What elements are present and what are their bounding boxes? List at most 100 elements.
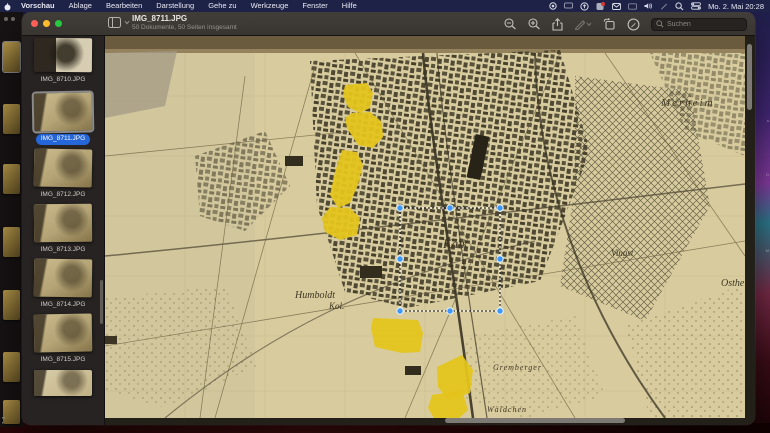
selection-handle-ne[interactable]	[497, 205, 503, 211]
thumbnail-image[interactable]	[34, 148, 93, 187]
markup-pencil-button[interactable]	[574, 18, 592, 30]
map-canvas[interactable]: Merheim Kalk Humboldt Kol. Vingst Osthei…	[105, 36, 745, 418]
background-thumbnail[interactable]	[3, 164, 20, 194]
thumbnail-image[interactable]	[34, 204, 92, 243]
menu-ablage[interactable]: Ablage	[62, 0, 99, 12]
thumbnail-image[interactable]	[34, 314, 93, 353]
content-area: Merheim Kalk Humboldt Kol. Vingst Osthei…	[105, 36, 755, 425]
background-thumbnail[interactable]	[3, 290, 20, 320]
sidebar-item[interactable]: IMG_8715.JPG	[34, 314, 92, 369]
thumbnail-label: IMG_8711.JPG	[36, 134, 90, 145]
horizontal-scrollbar-thumb[interactable]	[445, 418, 625, 423]
menu-hilfe[interactable]: Hilfe	[335, 0, 364, 12]
title-bar[interactable]: IMG_8711.JPG 50 Dokumente, 50 Seiten ins…	[22, 12, 755, 36]
selection-handle-sw[interactable]	[397, 308, 403, 314]
background-thumbnail[interactable]	[3, 352, 20, 382]
menu-clock[interactable]: Mo. 2. Mai 20:28	[708, 2, 764, 11]
selection-handle-nw[interactable]	[397, 205, 403, 211]
thumbnail-label: IMG_8710.JPG	[36, 75, 91, 86]
control-center-icon[interactable]	[691, 2, 701, 10]
volume-icon[interactable]	[644, 2, 653, 10]
screen-record-icon[interactable]	[549, 2, 557, 10]
background-thumbnail[interactable]	[3, 227, 20, 257]
window-title: IMG_8711.JPG	[132, 15, 237, 23]
background-thumbnail[interactable]	[3, 104, 20, 134]
vertical-scrollbar[interactable]	[747, 40, 752, 410]
map-block	[405, 366, 421, 375]
menu-bar: Vorschau Ablage Bearbeiten Darstellung G…	[0, 0, 770, 12]
thumbnail-label: IMG_8715.JPG	[36, 355, 91, 366]
sidebar-item-selected[interactable]: IMG_8711.JPG	[34, 93, 92, 148]
apple-menu[interactable]	[0, 2, 14, 11]
sidebar-scrollbar[interactable]	[100, 280, 103, 324]
menu-gehe-zu[interactable]: Gehe zu	[201, 0, 243, 12]
thumbnail-image[interactable]	[34, 38, 92, 73]
pencil-icon[interactable]	[660, 2, 668, 10]
thumbnail-label: IMG_8712.JPG	[36, 190, 91, 201]
sidebar-item[interactable]: IMG_8712.JPG	[34, 149, 92, 204]
map-block	[285, 156, 303, 166]
toolbar	[504, 12, 747, 36]
search-field[interactable]	[651, 18, 747, 31]
map-label-humboldt: Humboldt	[294, 290, 335, 301]
search-input[interactable]	[667, 21, 739, 28]
photo-edge-shadow	[105, 49, 745, 53]
background-thumbnail[interactable]	[3, 42, 20, 72]
title-block: IMG_8711.JPG 50 Dokumente, 50 Seiten ins…	[132, 15, 237, 32]
spotlight-icon[interactable]	[675, 2, 684, 11]
sidebar-item[interactable]	[34, 370, 92, 425]
map-label-gremberger: Gremberger	[493, 363, 542, 372]
selection-handle-s[interactable]	[447, 308, 453, 314]
thumbnail-image[interactable]	[34, 370, 92, 396]
background-window[interactable]: ▪▪▪	[0, 12, 23, 427]
zoom-window-button[interactable]	[55, 20, 62, 27]
menu-vorschau[interactable]: Vorschau	[14, 0, 62, 12]
desktop-icon-label: D	[766, 172, 769, 177]
airdrop-icon[interactable]	[580, 2, 589, 11]
photo-edge	[105, 36, 745, 49]
markup-toolbar-button[interactable]	[627, 18, 640, 31]
desktop-icon-label: s	[767, 118, 769, 123]
selection-handle-se[interactable]	[497, 308, 503, 314]
share-button[interactable]	[552, 18, 563, 31]
map-block	[105, 336, 117, 344]
selection-handle-e[interactable]	[497, 256, 503, 262]
traffic-lights	[31, 20, 62, 27]
display-icon[interactable]	[564, 2, 573, 10]
sidebar-item[interactable]: IMG_8713.JPG	[34, 204, 92, 259]
highlight-region	[371, 318, 423, 353]
map-image: Merheim Kalk Humboldt Kol. Vingst Osthei…	[105, 36, 745, 418]
preview-window: IMG_8711.JPG 50 Dokumente, 50 Seiten ins…	[22, 12, 755, 425]
selection-handle-n[interactable]	[447, 205, 453, 211]
close-button[interactable]	[31, 20, 38, 27]
search-icon	[656, 20, 664, 28]
map-label-vingst: Vingst	[611, 248, 634, 258]
sidebar-item[interactable]: IMG_8710.JPG	[34, 38, 92, 93]
minimize-button[interactable]	[43, 20, 50, 27]
background-window-footer: ▪▪▪	[2, 415, 5, 425]
app-badge-icon[interactable]	[596, 2, 605, 11]
mail-icon[interactable]	[612, 3, 621, 10]
sidebar-item[interactable]: IMG_8714.JPG	[34, 259, 92, 314]
menu-fenster[interactable]: Fenster	[295, 0, 334, 12]
sidebar-icon	[108, 17, 121, 28]
keyboard-icon[interactable]	[628, 3, 637, 10]
thumbnail-image[interactable]	[34, 93, 93, 132]
zoom-in-button[interactable]	[528, 18, 541, 30]
map-label-kalk: Kalk	[442, 236, 468, 251]
vertical-scrollbar-thumb[interactable]	[747, 44, 752, 110]
thumbnail-image[interactable]	[34, 259, 93, 298]
screen: s D M ▪▪▪ Vorschau Ablage Bearbeiten Dar…	[0, 0, 770, 433]
horizontal-scrollbar[interactable]	[105, 418, 745, 424]
background-thumbnail[interactable]	[3, 400, 20, 424]
map-block	[360, 266, 382, 278]
menu-bearbeiten[interactable]: Bearbeiten	[99, 0, 149, 12]
menu-darstellung[interactable]: Darstellung	[149, 0, 201, 12]
thumbnail-sidebar[interactable]: IMG_8710.JPG IMG_8711.JPG IMG_8712.JPG I…	[22, 36, 105, 425]
menu-werkzeuge[interactable]: Werkzeuge	[244, 0, 296, 12]
sidebar-toggle-button[interactable]	[108, 17, 130, 28]
zoom-out-button[interactable]	[504, 18, 517, 30]
rotate-button[interactable]	[603, 18, 616, 30]
selection-handle-w[interactable]	[397, 256, 403, 262]
chevron-down-icon	[124, 20, 130, 25]
